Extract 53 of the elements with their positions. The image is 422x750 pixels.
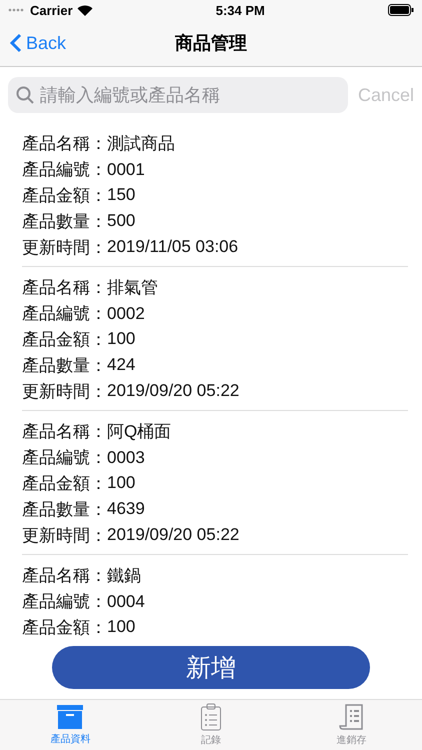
battery-icon (388, 4, 414, 16)
chevron-icon (10, 33, 22, 53)
field-label: 產品編號： (22, 159, 107, 182)
back-button[interactable]: Back (10, 32, 66, 54)
field-value: 150 (107, 185, 136, 206)
field-label: 產品名稱： (22, 421, 107, 444)
field-value: 排氣管 (107, 277, 158, 300)
tab-bar-item[interactable]: 產品資料 (0, 700, 141, 750)
field-value: 2019/09/20 05:22 (107, 381, 240, 402)
signal-icon (8, 8, 26, 12)
status-time: 5:34 PM (216, 2, 265, 18)
nav-title: 商品管理 (175, 33, 247, 53)
field-value: 鐵鍋 (107, 565, 141, 588)
field-value: 100 (107, 329, 136, 350)
field-value: 2019/11/05 03:06 (107, 237, 238, 258)
field-label: 產品數量： (22, 210, 107, 233)
carrier-name: Carrier (30, 2, 73, 18)
field-value: 0001 (107, 160, 145, 180)
search-field[interactable]: 請輸入編號或產品名稱 (8, 77, 348, 113)
field-label: 產品名稱： (22, 565, 107, 588)
field-value: 2019/09/20 05:22 (107, 525, 240, 546)
field-value: 4639 (107, 499, 145, 520)
field-value: 測試商品 (107, 133, 175, 156)
field-label: 產品名稱： (22, 277, 107, 300)
box-icon (56, 704, 84, 730)
field-label: 產品金額： (22, 184, 107, 207)
field-label: 更新時間： (22, 236, 107, 259)
add-button[interactable]: 新增 (52, 646, 370, 689)
tab-bar-item[interactable]: 進銷存 (281, 700, 422, 750)
field-value: 100 (107, 617, 136, 638)
field-label: 更新時間： (22, 524, 107, 547)
field-value: 0003 (107, 448, 145, 468)
field-label: 產品數量： (22, 498, 107, 521)
wifi-icon (76, 4, 93, 16)
field-label: 更新時間： (22, 380, 107, 403)
field-label: 產品金額： (22, 328, 107, 351)
search-icon (16, 86, 34, 104)
field-value: 0004 (107, 592, 145, 612)
document-icon (338, 703, 365, 731)
field-value: 500 (107, 211, 136, 232)
clipboard-icon (200, 703, 222, 731)
field-label: 產品編號： (22, 591, 107, 614)
field-label: 產品名稱： (22, 133, 107, 156)
field-label: 產品編號： (22, 447, 107, 470)
field-value: 0002 (107, 304, 145, 324)
field-value: 100 (107, 473, 136, 494)
tab-bar-item[interactable]: 記錄 (140, 700, 282, 750)
field-label: 產品編號： (22, 303, 107, 326)
field-value: 阿Q桶面 (107, 421, 172, 444)
field-label: 產品金額： (22, 472, 107, 495)
field-label: 產品數量： (22, 354, 107, 377)
field-value: 424 (107, 355, 136, 376)
field-label: 產品金額： (22, 616, 107, 638)
